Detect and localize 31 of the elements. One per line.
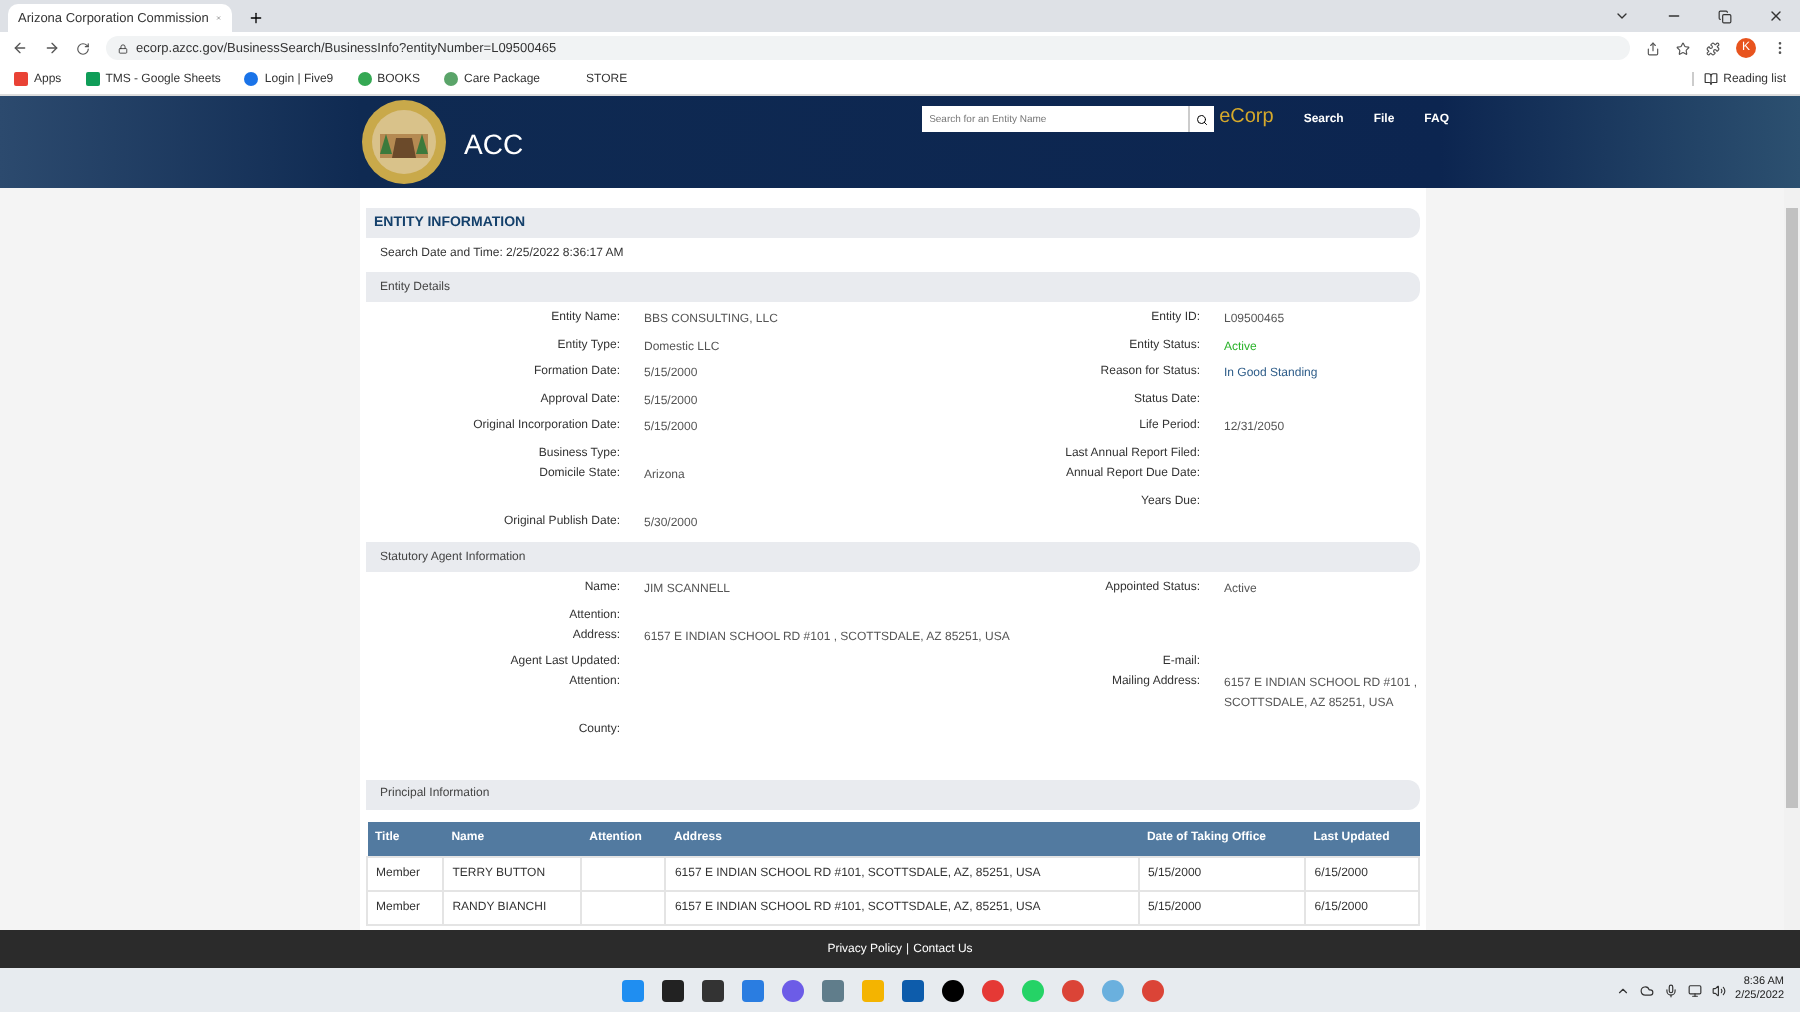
restore-icon[interactable] — [1718, 9, 1732, 23]
agency-name: ACC — [464, 128, 524, 160]
chevron-down-icon[interactable] — [1614, 8, 1630, 24]
table-cell — [581, 890, 666, 925]
new-tab-icon[interactable] — [248, 10, 264, 26]
reload-icon[interactable] — [76, 41, 90, 55]
monitor-icon[interactable] — [1687, 983, 1702, 997]
bookmark-icon — [244, 72, 259, 86]
cloud-icon[interactable] — [1639, 983, 1654, 997]
taskbar-app-icon[interactable] — [662, 979, 684, 1001]
bookmark-icon — [443, 72, 458, 86]
microphone-icon[interactable] — [1663, 983, 1678, 997]
puzzle-icon[interactable] — [1706, 41, 1720, 55]
lock-icon — [118, 43, 128, 53]
taskbar-app-icon[interactable] — [702, 979, 724, 1001]
seal-logo — [360, 98, 448, 186]
bookmark-icon — [14, 72, 28, 86]
close-icon[interactable] — [1768, 8, 1784, 24]
back-icon[interactable] — [12, 40, 28, 56]
search-icon — [1195, 113, 1208, 125]
bookmark-icon — [357, 72, 372, 86]
chevron-up-icon[interactable] — [1615, 983, 1630, 997]
brand-name: eCorp — [1219, 106, 1274, 128]
taskbar-app-icon[interactable] — [942, 979, 964, 1001]
share-icon[interactable] — [1646, 41, 1660, 55]
bookmark-icon — [85, 72, 100, 86]
forward-icon[interactable] — [44, 40, 60, 56]
table-cell — [581, 856, 666, 891]
reading-list-icon — [1703, 72, 1718, 86]
speaker-icon[interactable] — [1711, 983, 1726, 997]
star-icon[interactable] — [1676, 41, 1690, 55]
